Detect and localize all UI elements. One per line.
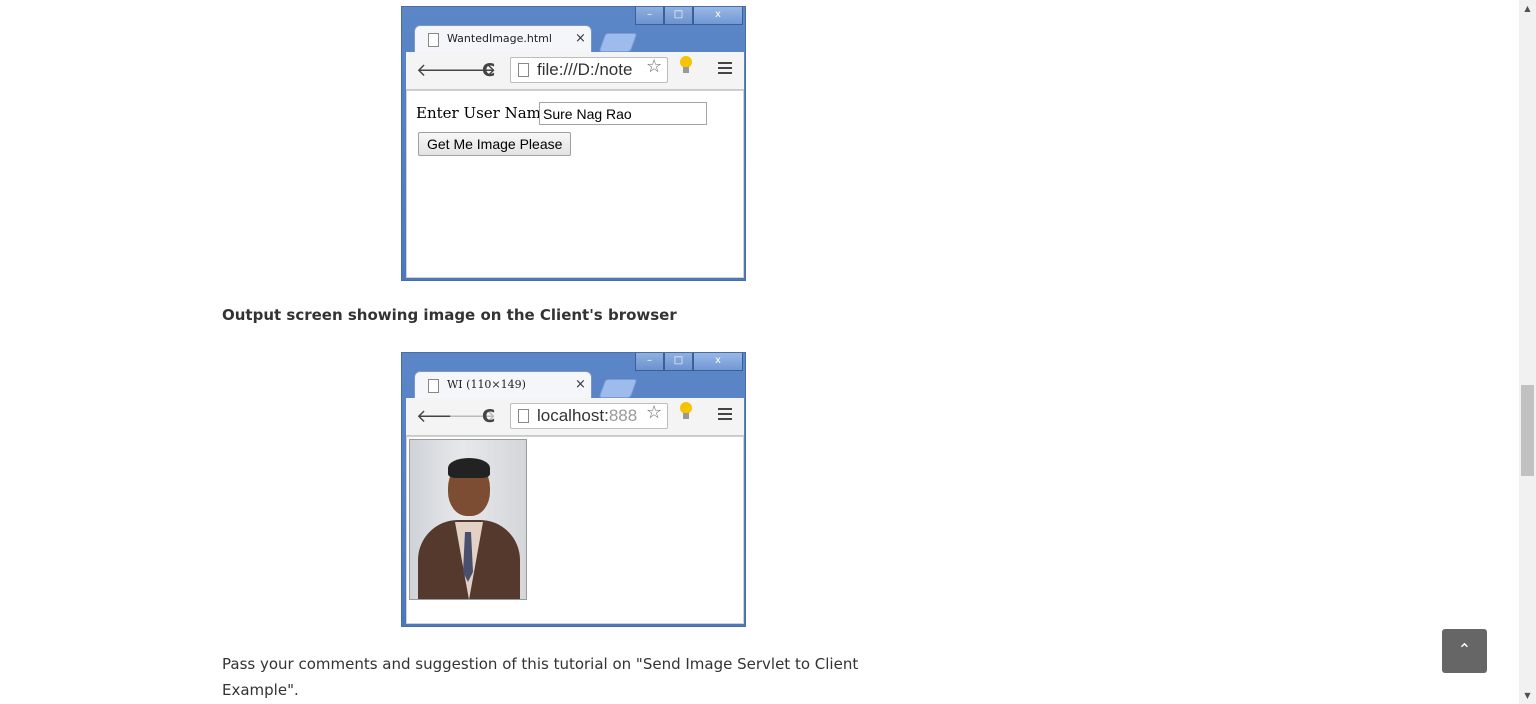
- scroll-down-icon[interactable]: ▼: [1519, 687, 1536, 704]
- reload-icon[interactable]: C: [482, 406, 495, 427]
- url-text: localhost:888: [537, 406, 637, 426]
- browser-tab[interactable]: WantedImage.html ×: [414, 25, 592, 53]
- menu-icon[interactable]: [718, 408, 732, 423]
- address-bar[interactable]: localhost:888: [510, 403, 668, 429]
- scroll-thumb[interactable]: [1521, 385, 1534, 476]
- maximize-button[interactable]: □: [664, 353, 693, 371]
- output-caption: Output screen showing image on the Clien…: [222, 306, 677, 324]
- scroll-up-icon[interactable]: ▲: [1519, 0, 1536, 17]
- comments-paragraph: Pass your comments and suggestion of thi…: [222, 655, 859, 699]
- menu-icon[interactable]: [718, 62, 732, 77]
- new-tab-button[interactable]: [598, 33, 638, 52]
- lightbulb-icon[interactable]: [680, 402, 692, 419]
- tab-close-icon[interactable]: ×: [575, 377, 586, 392]
- reload-icon[interactable]: C: [482, 60, 495, 81]
- browser-tab[interactable]: WI (110×149) ×: [414, 371, 592, 399]
- username-label: Enter User Name: [416, 104, 550, 122]
- close-window-button[interactable]: x: [693, 353, 743, 371]
- page-icon: [428, 379, 439, 393]
- minimize-button[interactable]: –: [635, 7, 664, 25]
- browser-window-form: – □ x WantedImage.html × 🡐 🡒 C file:///D…: [401, 6, 746, 281]
- browser-window-output: – □ x WI (110×149) × 🡐 🡒 C localhost:888…: [401, 352, 746, 627]
- scroll-to-top-button[interactable]: ⌃: [1442, 629, 1487, 673]
- maximize-button[interactable]: □: [664, 7, 693, 25]
- address-bar[interactable]: file:///D:/note: [510, 57, 668, 83]
- url-text: file:///D:/note: [537, 60, 633, 79]
- page-content: [406, 436, 744, 624]
- browser-toolbar: 🡐 🡒 C localhost:888 ☆: [406, 398, 744, 436]
- browser-toolbar: 🡐 🡒 C file:///D:/note ☆: [406, 52, 744, 90]
- url-port: 888: [608, 406, 638, 425]
- portrait-photo: [409, 439, 527, 600]
- tab-close-icon[interactable]: ×: [575, 31, 586, 46]
- lightbulb-icon[interactable]: [680, 56, 692, 73]
- close-window-button[interactable]: x: [693, 7, 743, 25]
- page-scrollbar[interactable]: ▲ ▼: [1519, 0, 1536, 704]
- username-input[interactable]: [539, 102, 707, 125]
- window-controls: – □ x: [635, 353, 743, 371]
- tab-title: WantedImage.html: [447, 32, 552, 45]
- window-controls: – □ x: [635, 7, 743, 25]
- new-tab-button[interactable]: [598, 379, 638, 398]
- star-icon[interactable]: ☆: [646, 402, 662, 423]
- tab-title: WI (110×149): [447, 378, 526, 391]
- get-image-button[interactable]: Get Me Image Please: [418, 132, 572, 156]
- page-icon: [518, 63, 529, 77]
- page-icon: [428, 33, 439, 47]
- page-icon: [518, 409, 529, 423]
- page-content: Enter User Name Get Me Image Please: [406, 90, 744, 278]
- url-host: localhost:: [537, 406, 609, 425]
- star-icon[interactable]: ☆: [646, 56, 662, 77]
- minimize-button[interactable]: –: [635, 353, 664, 371]
